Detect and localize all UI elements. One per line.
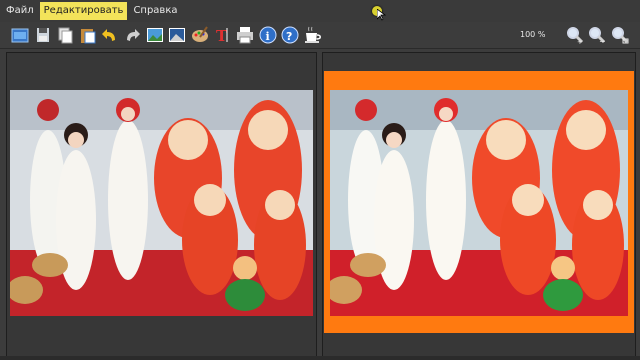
original-image-panel: [6, 52, 317, 357]
landscape-icon[interactable]: [167, 25, 187, 45]
coffee-icon[interactable]: [303, 25, 323, 45]
menu-file[interactable]: Файл: [2, 2, 38, 20]
paste-icon[interactable]: [78, 25, 98, 45]
svg-text:i: i: [266, 30, 270, 43]
menu-edit[interactable]: Редактировать: [39, 2, 128, 20]
toolbar: T i ? 100 % + −: [0, 22, 640, 49]
zoom-in-icon[interactable]: +: [565, 25, 585, 45]
image-icon[interactable]: [145, 25, 165, 45]
svg-text:?: ?: [286, 30, 292, 43]
menu-bar: Файл Редактировать Справка: [0, 0, 640, 22]
svg-text:−: −: [599, 37, 606, 45]
text-icon[interactable]: T: [212, 25, 232, 45]
info-icon[interactable]: i: [258, 25, 278, 45]
svg-text:+: +: [577, 38, 583, 45]
undo-icon[interactable]: [100, 25, 120, 45]
print-icon[interactable]: [235, 25, 255, 45]
orange-frame: [324, 71, 634, 333]
save-icon[interactable]: [33, 25, 53, 45]
zoom-out-icon[interactable]: −: [587, 25, 607, 45]
svg-text:T: T: [216, 27, 228, 45]
open-icon[interactable]: [10, 25, 30, 45]
help-icon[interactable]: ?: [280, 25, 300, 45]
status-bar: [0, 356, 640, 360]
menu-help[interactable]: Справка: [129, 2, 181, 20]
redo-icon[interactable]: [122, 25, 142, 45]
zoom-fit-icon[interactable]: [610, 25, 630, 45]
processed-photo[interactable]: [330, 90, 628, 316]
original-photo[interactable]: [10, 90, 313, 316]
zoom-level: 100 %: [520, 30, 546, 39]
mouse-cursor-icon: [377, 9, 386, 21]
palette-icon[interactable]: [190, 25, 210, 45]
processed-image-panel: [322, 52, 636, 357]
copy-icon[interactable]: [55, 25, 75, 45]
